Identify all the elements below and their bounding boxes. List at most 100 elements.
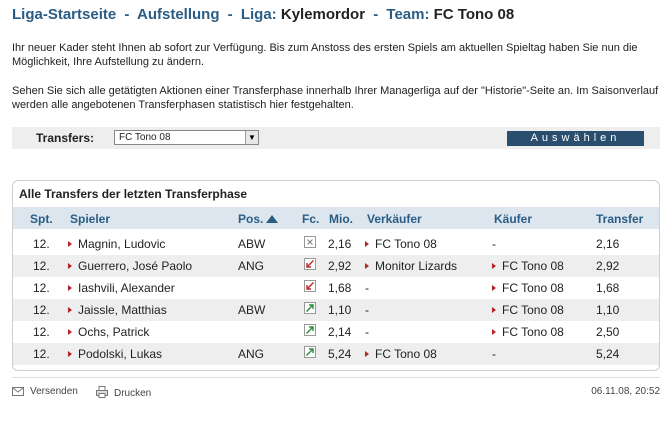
cell-spt: 12. — [33, 303, 50, 317]
cell-mio-text: 2,16 — [328, 237, 352, 251]
bullet-arrow-icon — [68, 285, 72, 291]
cell-transfer: 2,16 — [596, 237, 619, 251]
cell-transfer: 2,92 — [596, 259, 619, 273]
breadcrumb-separator: - — [373, 6, 379, 23]
transfers-label: Transfers: — [36, 131, 95, 145]
breadcrumb-start-link[interactable]: Liga-Startseite — [12, 6, 116, 23]
bullet-arrow-icon — [492, 285, 496, 291]
cell-transfer: 1,10 — [596, 303, 619, 317]
cell-spt-text: 12. — [33, 303, 50, 317]
col-header-pos[interactable]: Pos. — [238, 212, 279, 226]
cell-spieler-text: Jaissle, Matthias — [78, 303, 167, 317]
cell-transfer-text: 5,24 — [596, 347, 620, 361]
cell-kaeufer[interactable]: FC Tono 08 — [492, 325, 564, 339]
cell-spieler[interactable]: Ochs, Patrick — [68, 325, 149, 339]
intro-paragraph-lineup: Ihr neuer Kader steht Ihnen ab sofort zu… — [12, 42, 638, 68]
breadcrumb-league-name: Kylemordor — [280, 6, 366, 23]
trend-down-icon — [304, 258, 316, 270]
table-row: 12. Ochs, Patrick 2,14- FC Tono 08 2,50 — [13, 321, 659, 343]
cell-mio: 1,68 — [328, 281, 351, 295]
cell-transfer: 1,68 — [596, 281, 619, 295]
cell-spt: 12. — [33, 325, 50, 339]
breadcrumb: Liga-Startseite - Aufstellung - Liga: Ky… — [12, 6, 514, 23]
breadcrumb-separator: - — [227, 6, 233, 23]
cell-spieler[interactable]: Guerrero, José Paolo — [68, 259, 192, 273]
transfers-panel: Alle Transfers der letzten Transferphase… — [12, 180, 660, 371]
cell-mio: 2,16 — [328, 237, 351, 251]
cell-spieler-text: Magnin, Ludovic — [78, 237, 166, 251]
cell-pos-text: ANG — [238, 347, 265, 361]
col-header-spieler[interactable]: Spieler — [70, 212, 110, 226]
cell-kaeufer-text: FC Tono 08 — [502, 325, 564, 339]
col-header-spt[interactable]: Spt. — [30, 212, 53, 226]
bullet-arrow-icon — [492, 307, 496, 313]
cell-pos: ABW — [238, 303, 265, 317]
bullet-arrow-icon — [68, 307, 72, 313]
team-select[interactable]: FC Tono 08 ▼ — [114, 130, 259, 145]
col-header-mio[interactable]: Mio. — [329, 212, 353, 226]
cell-verkaeufer-text: FC Tono 08 — [375, 347, 437, 361]
col-header-verkaeufer[interactable]: Verkäufer — [367, 212, 422, 226]
send-link[interactable]: Versenden — [12, 386, 78, 399]
cell-spieler[interactable]: Podolski, Lukas — [68, 347, 162, 361]
cell-spieler[interactable]: Magnin, Ludovic — [68, 237, 165, 251]
cell-verkaeufer[interactable]: Monitor Lizards — [365, 259, 457, 273]
breadcrumb-team-label: Team: — [386, 6, 430, 23]
cell-kaeufer[interactable]: FC Tono 08 — [492, 259, 564, 273]
cell-mio: 2,92 — [328, 259, 351, 273]
col-header-transfer[interactable]: Transfer — [596, 212, 643, 226]
send-label: Versenden — [30, 386, 78, 397]
print-link[interactable]: Drucken — [96, 386, 151, 401]
cell-mio-text: 2,14 — [328, 325, 352, 339]
cell-verkaeufer-text: - — [365, 281, 369, 295]
bullet-arrow-icon — [492, 263, 496, 269]
breadcrumb-lineup-link[interactable]: Aufstellung — [137, 6, 220, 23]
cell-verkaeufer[interactable]: FC Tono 08 — [365, 347, 437, 361]
intro-paragraph-history: Sehen Sie sich alle getätigten Aktionen … — [12, 85, 659, 111]
table-header: Spt. Spieler Pos. Fc. Mio. Verkäufer Käu… — [13, 207, 659, 229]
bullet-arrow-icon — [68, 351, 72, 357]
trend-up-icon — [304, 324, 316, 336]
sort-ascending-icon — [266, 215, 279, 223]
breadcrumb-league-label: Liga: — [240, 6, 277, 23]
chevron-down-icon[interactable]: ▼ — [245, 131, 258, 144]
footer-divider — [12, 377, 660, 378]
bullet-arrow-icon — [492, 329, 496, 335]
col-header-fc[interactable]: Fc. — [302, 212, 319, 226]
cell-verkaeufer: - — [365, 303, 369, 317]
cell-spieler-text: Guerrero, José Paolo — [78, 259, 193, 273]
cell-mio-text: 2,92 — [328, 259, 352, 273]
cell-spieler[interactable]: Jaissle, Matthias — [68, 303, 167, 317]
cell-kaeufer: - — [492, 237, 496, 251]
cell-kaeufer-text: FC Tono 08 — [502, 259, 564, 273]
cell-spt-text: 12. — [33, 281, 50, 295]
cell-mio-text: 5,24 — [328, 347, 352, 361]
cell-transfer-text: 2,92 — [596, 259, 620, 273]
select-button[interactable]: Auswählen — [507, 131, 644, 146]
bullet-arrow-icon — [365, 263, 369, 269]
cell-kaeufer-text: - — [492, 347, 496, 361]
cell-spieler[interactable]: Iashvili, Alexander — [68, 281, 175, 295]
cell-mio-text: 1,10 — [328, 303, 352, 317]
trend-neutral-icon — [304, 236, 316, 248]
cell-verkaeufer-text: Monitor Lizards — [375, 259, 458, 273]
cell-transfer-text: 1,68 — [596, 281, 620, 295]
cell-verkaeufer: - — [365, 325, 369, 339]
cell-verkaeufer[interactable]: FC Tono 08 — [365, 237, 437, 251]
cell-kaeufer[interactable]: FC Tono 08 — [492, 303, 564, 317]
cell-spt-text: 12. — [33, 347, 50, 361]
cell-transfer-text: 1,10 — [596, 303, 620, 317]
breadcrumb-team-name: FC Tono 08 — [433, 6, 515, 23]
cell-spt-text: 12. — [33, 325, 50, 339]
trend-down-icon — [304, 280, 316, 292]
cell-mio: 5,24 — [328, 347, 351, 361]
cell-spt: 12. — [33, 347, 50, 361]
bullet-arrow-icon — [68, 329, 72, 335]
cell-pos: ANG — [238, 347, 264, 361]
cell-verkaeufer-text: - — [365, 325, 369, 339]
cell-spieler-text: Podolski, Lukas — [78, 347, 163, 361]
cell-mio: 2,14 — [328, 325, 351, 339]
table-row: 12. Guerrero, José Paolo ANG 2,92 Monitor Li… — [13, 255, 659, 277]
cell-kaeufer[interactable]: FC Tono 08 — [492, 281, 564, 295]
col-header-kaeufer[interactable]: Käufer — [494, 212, 532, 226]
